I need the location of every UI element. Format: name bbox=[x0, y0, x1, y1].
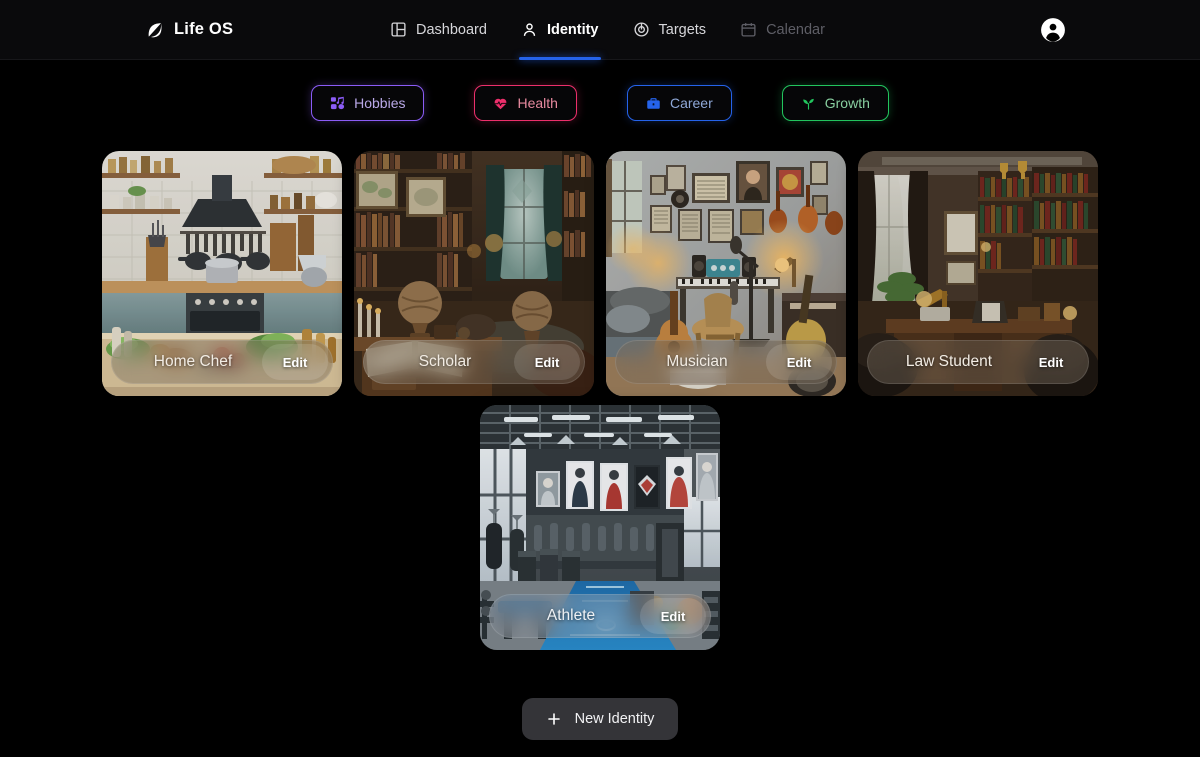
edit-button[interactable]: Edit bbox=[514, 344, 580, 380]
identity-card-bar: Law Student Edit bbox=[867, 340, 1089, 384]
nav-label-targets: Targets bbox=[658, 21, 707, 38]
user-icon bbox=[521, 21, 538, 38]
identity-grid-row-1: Home Chef Edit Scholar Edit Musician Edi… bbox=[0, 151, 1200, 396]
main-nav: Dashboard Identity Targets Calendar bbox=[390, 0, 825, 60]
identity-title: Home Chef bbox=[153, 353, 233, 370]
filter-label-health: Health bbox=[517, 95, 558, 111]
filter-label-growth: Growth bbox=[824, 95, 870, 111]
filter-pill-growth[interactable]: Growth bbox=[781, 85, 889, 121]
nav-item-identity[interactable]: Identity bbox=[518, 0, 601, 60]
filter-pill-health[interactable]: Health bbox=[474, 85, 577, 121]
avatar[interactable] bbox=[1040, 17, 1066, 43]
category-filters: Hobbies Health Career Growth bbox=[0, 85, 1200, 121]
identity-title: Law Student bbox=[905, 353, 993, 370]
identity-card-athlete[interactable]: Athlete Edit bbox=[480, 405, 720, 650]
edit-button[interactable]: Edit bbox=[640, 598, 706, 634]
filter-pill-career[interactable]: Career bbox=[626, 85, 732, 121]
plus-icon bbox=[546, 711, 562, 727]
identity-title: Athlete bbox=[546, 607, 596, 624]
identity-card-bar: Scholar Edit bbox=[363, 340, 585, 384]
leaf-icon bbox=[146, 21, 164, 39]
game-music-icon bbox=[330, 96, 345, 111]
app-header: Life OS Dashboard Identity Targets Calen… bbox=[0, 0, 1200, 60]
filter-label-career: Career bbox=[669, 95, 713, 111]
nav-label-dashboard: Dashboard bbox=[416, 21, 487, 38]
edit-button[interactable]: Edit bbox=[1018, 344, 1084, 380]
new-identity-row: New Identity bbox=[0, 698, 1200, 740]
briefcase-icon bbox=[646, 96, 661, 111]
identity-card-musician[interactable]: Musician Edit bbox=[606, 151, 846, 396]
filter-label-hobbies: Hobbies bbox=[354, 95, 406, 111]
identity-title: Musician bbox=[666, 353, 728, 370]
nav-item-targets[interactable]: Targets bbox=[633, 0, 707, 60]
brand-logo[interactable]: Life OS bbox=[146, 20, 233, 39]
heart-pulse-icon bbox=[493, 96, 508, 111]
brand-name: Life OS bbox=[174, 20, 234, 38]
edit-button[interactable]: Edit bbox=[766, 344, 832, 380]
nav-label-calendar: Calendar bbox=[766, 21, 825, 38]
new-identity-label: New Identity bbox=[574, 711, 655, 727]
identity-card-bar: Musician Edit bbox=[615, 340, 837, 384]
identity-card-scholar[interactable]: Scholar Edit bbox=[354, 151, 594, 396]
identity-card-home-chef[interactable]: Home Chef Edit bbox=[102, 151, 342, 396]
nav-item-dashboard[interactable]: Dashboard bbox=[390, 0, 487, 60]
identity-grid-row-2: Athlete Edit bbox=[0, 405, 1200, 650]
identity-card-bar: Home Chef Edit bbox=[111, 340, 333, 384]
active-tab-underline bbox=[518, 56, 601, 60]
nav-label-identity: Identity bbox=[546, 21, 599, 38]
identity-title: Scholar bbox=[418, 353, 472, 370]
new-identity-button[interactable]: New Identity bbox=[521, 698, 679, 740]
seedling-icon bbox=[801, 96, 816, 111]
filter-pill-hobbies[interactable]: Hobbies bbox=[311, 85, 425, 121]
identity-card-law-student[interactable]: Law Student Edit bbox=[858, 151, 1098, 396]
identity-card-bar: Athlete Edit bbox=[489, 594, 711, 638]
calendar-icon bbox=[740, 21, 757, 38]
layout-dashboard-icon bbox=[390, 21, 407, 38]
target-icon bbox=[633, 21, 650, 38]
edit-button[interactable]: Edit bbox=[262, 344, 328, 380]
nav-item-calendar[interactable]: Calendar bbox=[740, 0, 825, 60]
